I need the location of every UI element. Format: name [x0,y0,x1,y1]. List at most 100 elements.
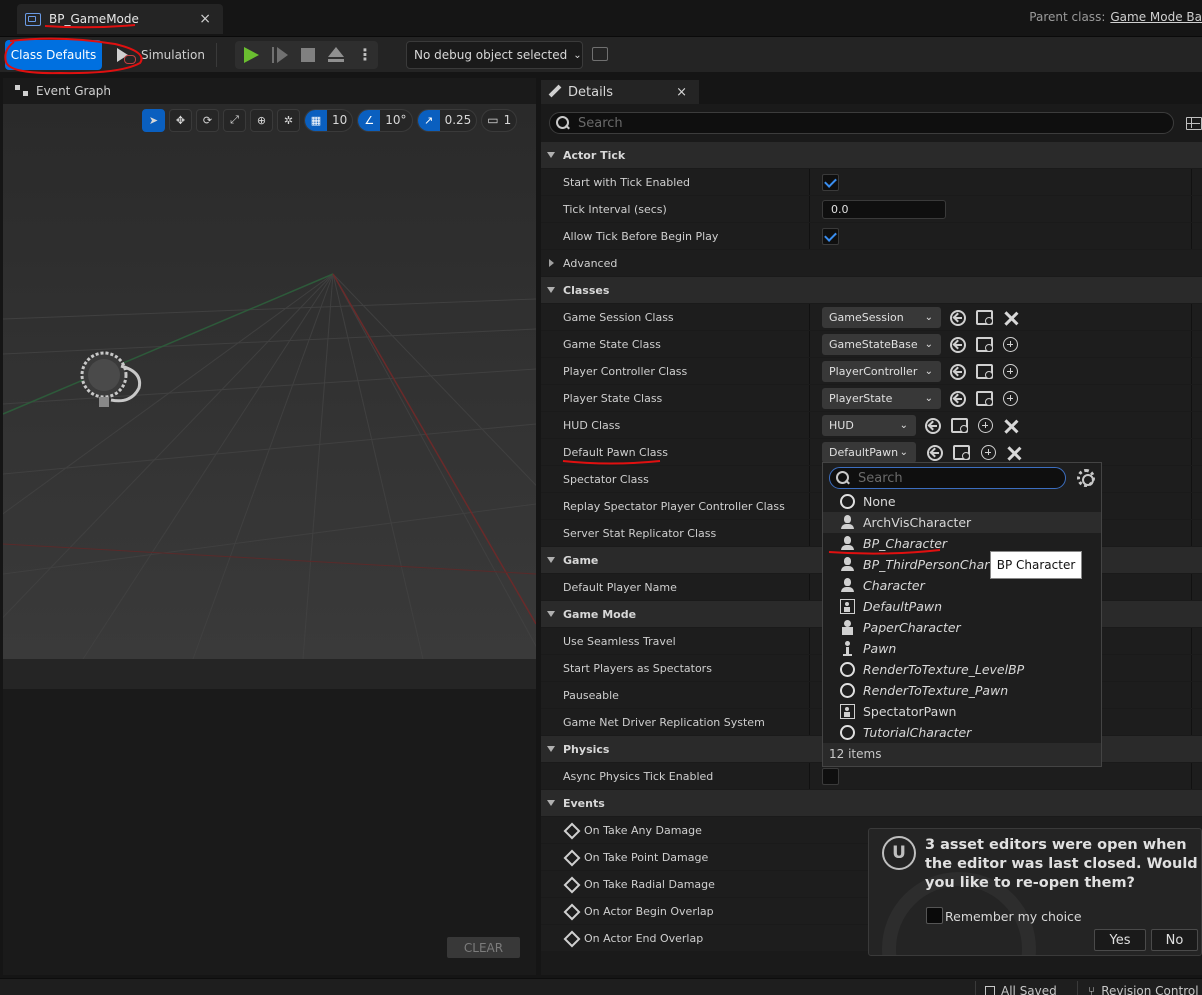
game-session-combo[interactable]: GameSession ⌄ [822,307,941,328]
browse-icon[interactable] [951,418,968,433]
class-defaults-button[interactable]: Class Defaults [5,40,102,70]
browse-icon[interactable] [976,391,993,406]
parent-class-link[interactable]: Game Mode Ba [1110,10,1202,24]
async-physics-checkbox[interactable] [822,768,839,785]
play-icon[interactable] [244,47,259,63]
dropdown-item[interactable]: PaperCharacter [823,617,1101,638]
close-icon[interactable]: × [676,85,687,100]
surface-snap-button[interactable]: ✲ [277,108,300,132]
add-icon[interactable] [1003,364,1018,379]
details-tab[interactable]: Details × [541,80,699,104]
add-icon[interactable] [1003,391,1018,406]
dropdown-item-none[interactable]: None [823,491,1101,512]
rotate-button[interactable]: ⟳ [196,108,219,132]
clear-icon[interactable] [1004,419,1018,433]
save-status[interactable]: All Saved [985,984,1057,995]
no-button[interactable]: No [1151,929,1198,951]
close-icon[interactable]: × [199,11,211,27]
scale-snap-pill[interactable]: ↗ 0.25 [416,108,478,132]
simulation-button[interactable]: Simulation [115,44,205,66]
clear-icon[interactable] [1007,446,1021,460]
yes-button[interactable]: Yes [1094,929,1146,951]
revision-control[interactable]: ⑂ Revision Control [1088,984,1199,995]
start-tick-checkbox[interactable] [822,174,839,191]
select-mode-button[interactable]: ➤ [142,108,165,132]
item-label: PaperCharacter [863,620,961,635]
rotation-snap-pill[interactable]: ∠ 10° [357,108,413,132]
use-selected-icon[interactable] [950,310,966,326]
debug-object-label: No debug object selected [414,48,568,62]
camera-speed-value: 1 [503,113,512,127]
row-divider [1191,466,1192,492]
translate-button[interactable]: ✥ [169,108,192,132]
browse-icon[interactable] [953,445,970,460]
add-icon[interactable] [978,418,993,433]
grid-snap-pill[interactable]: ▦ 10 [304,108,354,132]
use-selected-icon[interactable] [927,445,943,461]
gear-icon[interactable] [1077,469,1095,487]
browse-icon[interactable] [976,337,993,352]
advanced-row[interactable]: Advanced [541,250,1202,276]
remember-choice-checkbox[interactable] [926,907,943,924]
step-icon[interactable] [272,47,288,63]
dropdown-item[interactable]: Pawn [823,638,1101,659]
chevron-down-icon: ⌄ [573,49,582,61]
eject-icon[interactable] [328,47,344,63]
category-actor-tick[interactable]: Actor Tick [541,142,1202,168]
clear-button[interactable]: CLEAR [447,937,520,958]
property-name: Game Session Class [563,311,674,324]
rotation-snap-value: 10° [385,113,407,127]
game-state-combo[interactable]: GameStateBase ⌄ [822,334,941,355]
more-options-icon[interactable]: ⋮ [357,47,373,63]
dropdown-item[interactable]: DefaultPawn [823,596,1101,617]
event-graph-tab[interactable]: Event Graph [3,78,536,104]
player-controller-combo[interactable]: PlayerController ⌄ [822,361,941,382]
details-search-placeholder: Search [578,115,623,131]
row-divider [1191,709,1192,735]
row-divider [1191,439,1192,465]
item-label: DefaultPawn [863,599,943,614]
row-divider [1191,331,1192,357]
browse-icon[interactable] [976,364,993,379]
dropdown-search-input[interactable]: Search [829,467,1066,489]
hud-combo[interactable]: HUD ⌄ [822,415,916,436]
camera-speed-pill[interactable]: ▭ 1 [481,108,518,132]
dropdown-item[interactable]: TutorialCharacter [823,722,1101,743]
allow-tick-checkbox[interactable] [822,228,839,245]
default-pawn-combo[interactable]: DefaultPawn ⌄ [822,442,916,463]
stop-icon[interactable] [301,48,315,62]
add-icon[interactable] [981,445,996,460]
event-name: On Take Point Damage [584,851,709,864]
use-selected-icon[interactable] [950,391,966,407]
tick-interval-input[interactable]: 0.0 [822,200,946,219]
viewport[interactable] [3,104,536,659]
use-selected-icon[interactable] [950,364,966,380]
add-icon[interactable] [1003,337,1018,352]
clear-icon[interactable] [1004,311,1018,325]
row-divider [809,223,810,249]
world-space-button[interactable]: ⊕ [250,108,273,132]
use-selected-icon[interactable] [925,418,941,434]
row-divider [1191,385,1192,411]
event-name: On Actor End Overlap [584,932,704,945]
property-matrix-icon[interactable] [1186,117,1202,130]
dropdown-item[interactable]: RenderToTexture_Pawn [823,680,1101,701]
debug-object-select[interactable]: No debug object selected ⌄ [406,41,583,69]
tab-bp-gamemode[interactable]: BP_GameMode × [17,4,223,34]
player-state-combo[interactable]: PlayerState ⌄ [822,388,941,409]
object-icon [840,725,855,740]
dropdown-item[interactable]: RenderToTexture_LevelBP [823,659,1101,680]
dropdown-item[interactable]: SpectatorPawn [823,701,1101,722]
category-classes[interactable]: Classes [541,277,1202,303]
character-icon [840,557,855,572]
details-search-input[interactable]: Search [549,112,1174,134]
dropdown-item[interactable]: ArchVisCharacter [823,512,1101,533]
use-selected-icon[interactable] [950,337,966,353]
browse-icon[interactable] [976,310,993,325]
parent-class-label: Parent class: [1029,10,1106,24]
browse-icon[interactable] [592,47,608,61]
viewport-grid [3,104,536,659]
row-divider [809,169,810,195]
category-events[interactable]: Events [541,790,1202,816]
scale-button[interactable]: ⤢ [223,108,246,132]
